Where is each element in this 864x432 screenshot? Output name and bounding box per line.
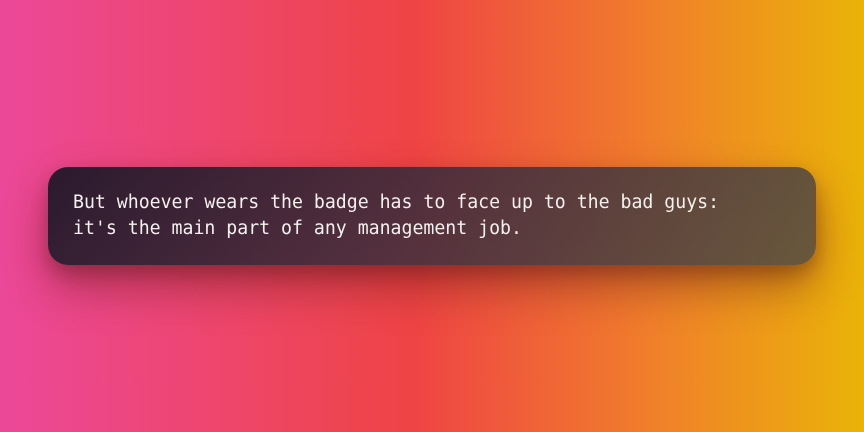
- quote-text-line-1: But whoever wears the badge has to face …: [73, 192, 720, 213]
- quote-text-line-2: it's the main part of any management job…: [73, 218, 522, 239]
- quote-card: But whoever wears the badge has to face …: [48, 167, 816, 265]
